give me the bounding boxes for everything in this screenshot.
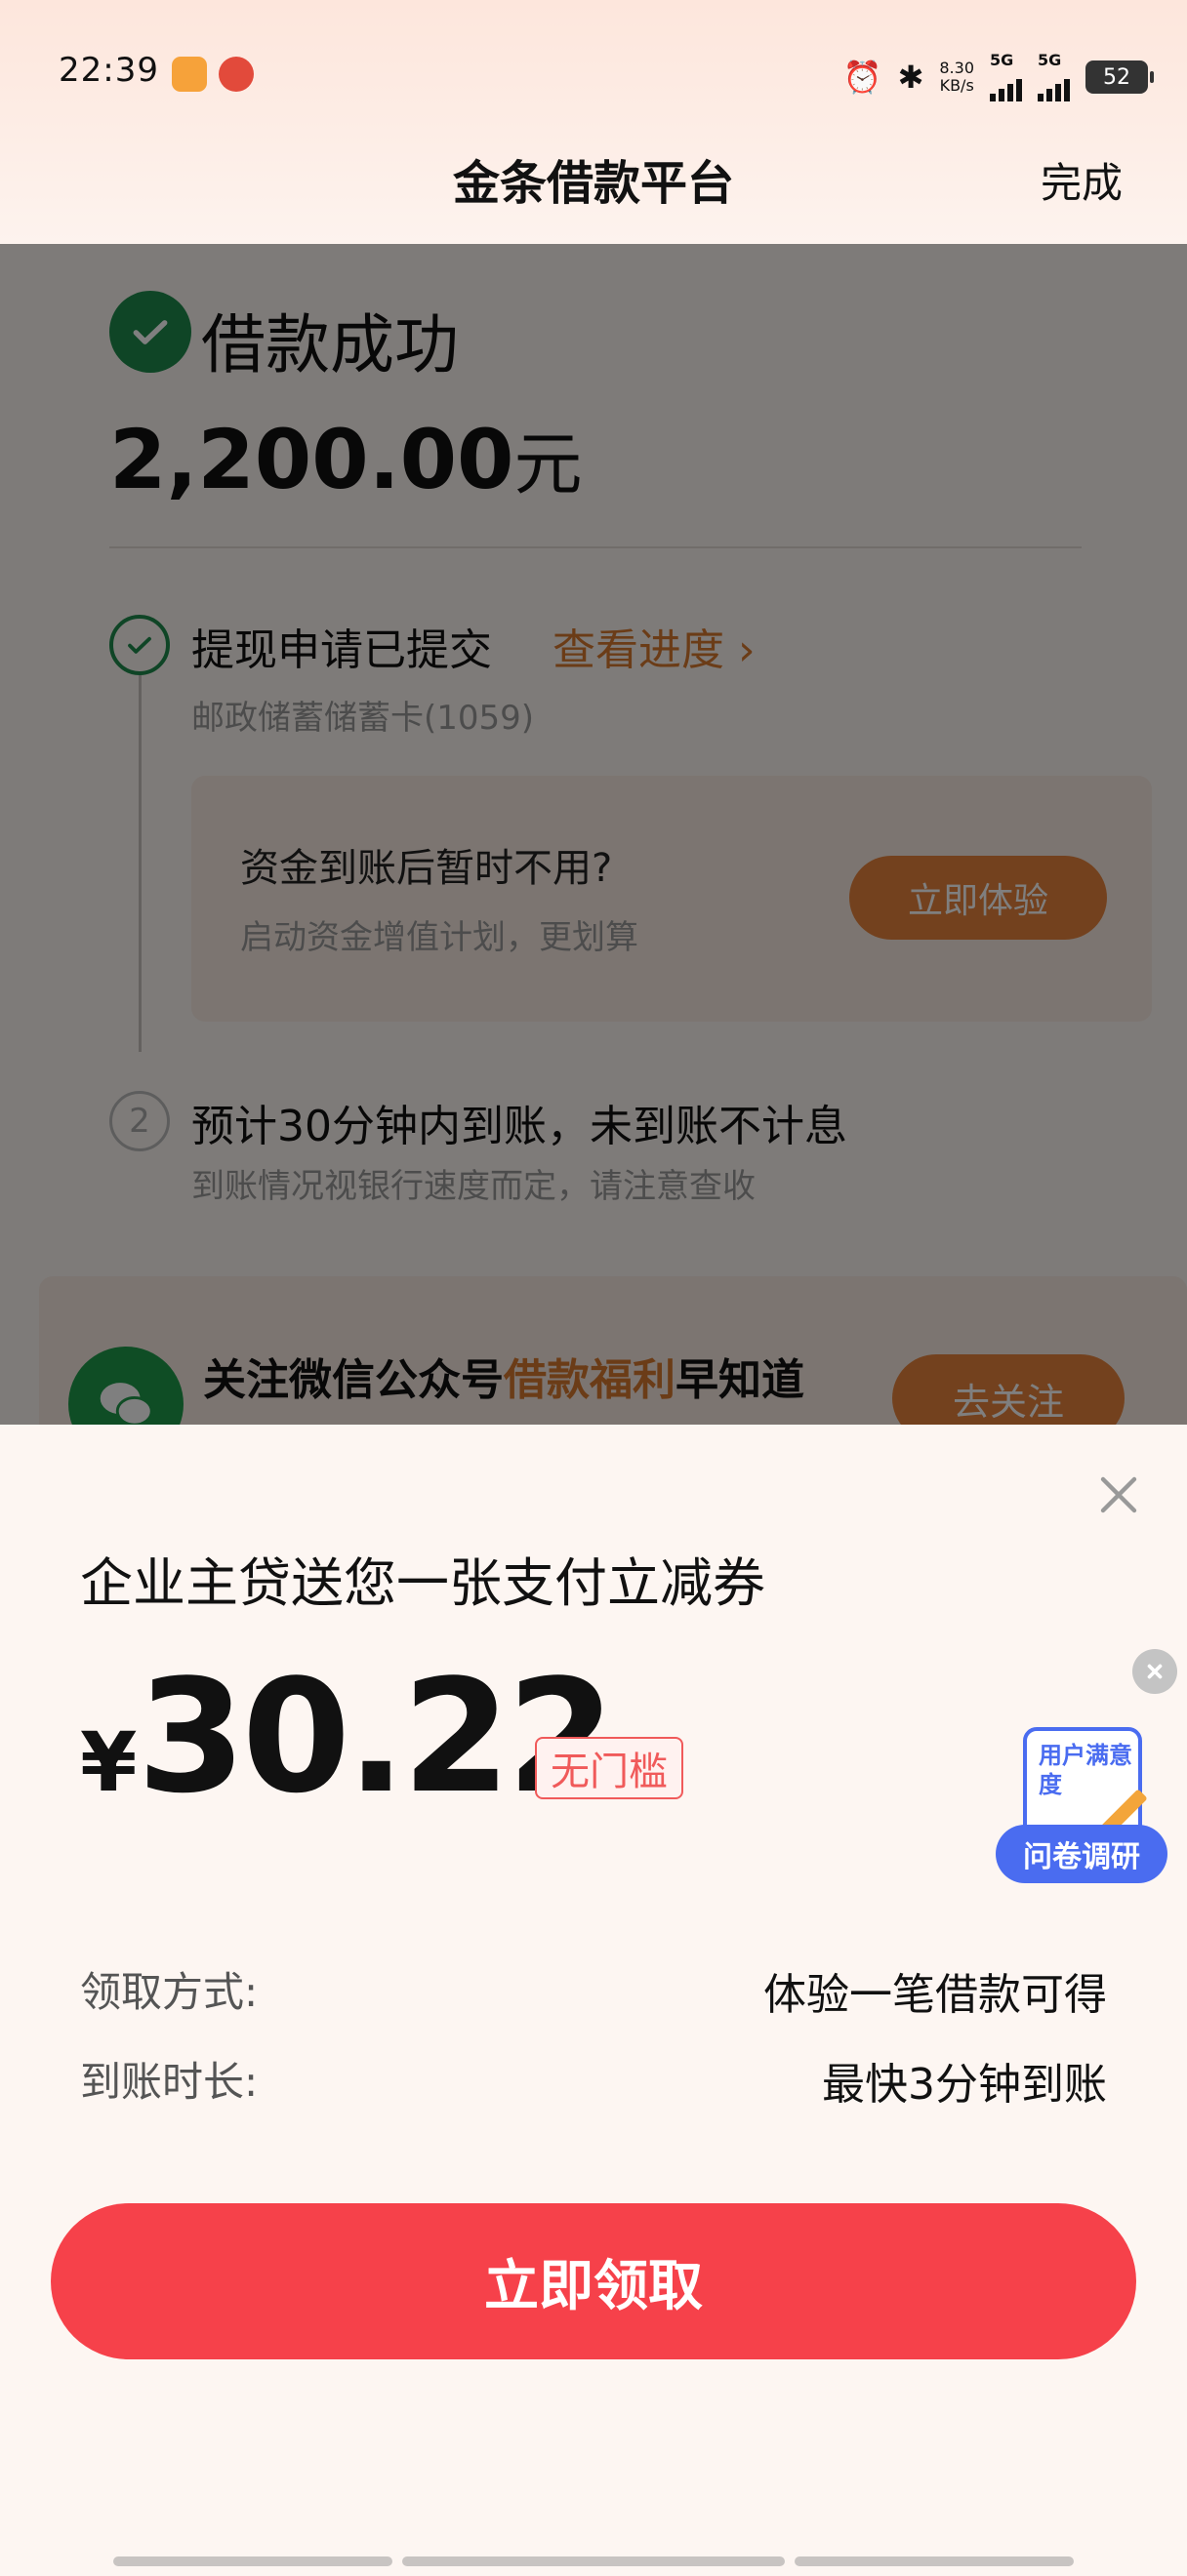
signal-icon: 5G <box>1038 53 1070 101</box>
currency-symbol: ¥ <box>80 1714 138 1810</box>
sheet-title: 企业主贷送您一张支付立减券 <box>80 1552 765 1614</box>
no-threshold-badge: 无门槛 <box>535 1737 683 1799</box>
nav-gesture-bar <box>113 2556 392 2566</box>
status-icons: ⏰ ✱ 8.30 KB/s 5G 5G 52 <box>842 53 1154 101</box>
claim-now-button[interactable]: 立即领取 <box>51 2203 1136 2359</box>
bluetooth-icon: ✱ <box>897 59 924 96</box>
battery-icon: 52 <box>1085 60 1154 94</box>
app-notification-icon <box>172 57 207 92</box>
modal-overlay[interactable] <box>0 244 1187 1425</box>
survey-close-icon[interactable] <box>1132 1649 1177 1694</box>
status-bar: 22:39 ⏰ ✱ 8.30 KB/s 5G 5G 52 <box>0 0 1187 146</box>
nav-gesture-bar <box>795 2556 1074 2566</box>
close-icon[interactable] <box>1089 1466 1148 1524</box>
claim-method-value: 体验一笔借款可得 <box>763 1970 1107 2020</box>
page-title: 金条借款平台 <box>452 156 734 211</box>
nav-gesture-bar <box>402 2556 785 2566</box>
alarm-icon: ⏰ <box>842 59 882 96</box>
survey-widget[interactable]: 用户满意度 问卷调研 <box>996 1727 1167 1883</box>
claim-method-label: 领取方式: <box>80 1968 259 2016</box>
top-bar: 22:39 ⏰ ✱ 8.30 KB/s 5G 5G 52 金条借款平台 完成 <box>0 0 1187 244</box>
app-notification-icon <box>219 57 254 92</box>
net-speed: 8.30 KB/s <box>939 59 974 95</box>
survey-label: 问卷调研 <box>996 1825 1167 1883</box>
done-button[interactable]: 完成 <box>1041 150 1123 210</box>
status-time: 22:39 <box>59 51 159 90</box>
arrival-time-label: 到账时长: <box>80 2058 259 2106</box>
coupon-sheet: 企业主贷送您一张支付立减券 ¥ 30.22 无门槛 用户满意度 问卷调研 领取方… <box>0 1425 1187 2576</box>
signal-icon: 5G <box>990 53 1022 101</box>
arrival-time-value: 最快3分钟到账 <box>822 2060 1107 2110</box>
coupon-amount: ¥ 30.22 <box>80 1659 616 1815</box>
